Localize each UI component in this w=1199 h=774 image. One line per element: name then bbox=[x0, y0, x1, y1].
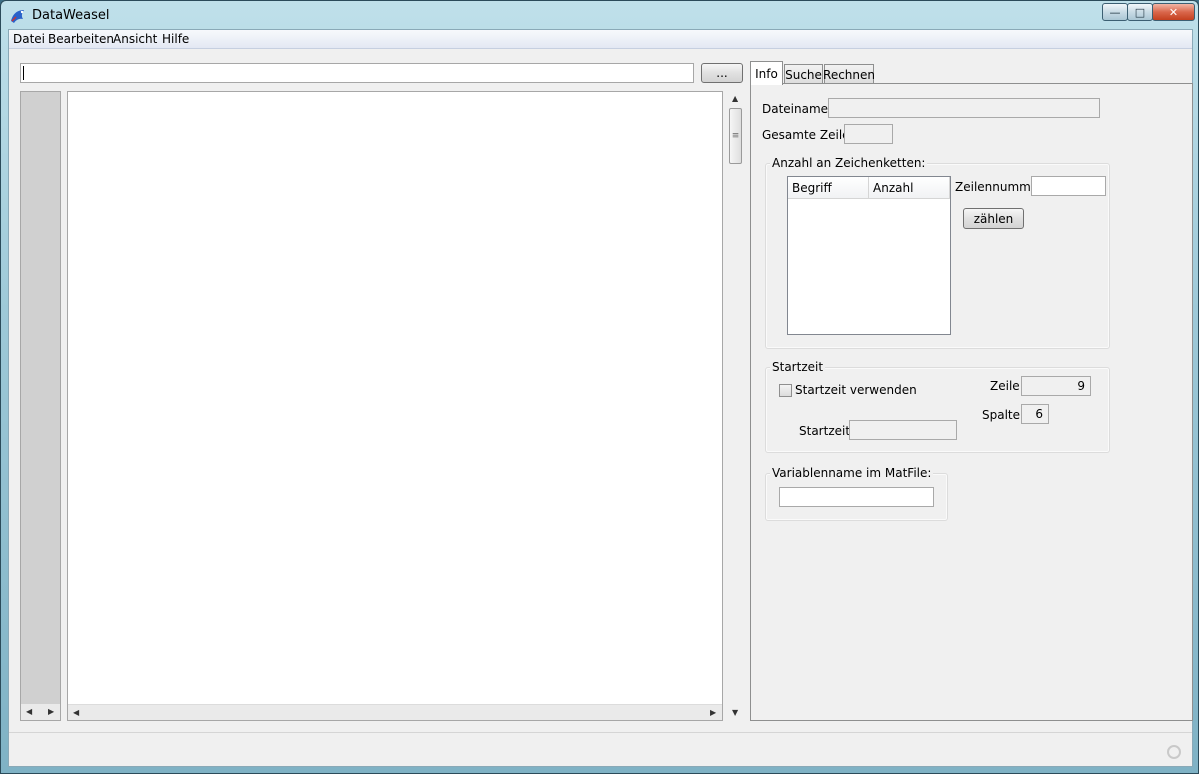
spalte-value: 6 bbox=[1035, 407, 1043, 421]
menu-ansicht[interactable]: Ansicht bbox=[113, 32, 157, 46]
line-number-gutter: ◀ ▶ bbox=[20, 91, 61, 721]
scroll-right-icon[interactable]: ▶ bbox=[710, 708, 716, 717]
anzahl-group-title: Anzahl an Zeichenketten: bbox=[770, 156, 928, 170]
close-button[interactable]: ✕ bbox=[1152, 3, 1195, 21]
file-content-textarea[interactable]: ◀ ▶ bbox=[67, 91, 723, 721]
count-table[interactable]: Begriff Anzahl bbox=[787, 176, 951, 335]
text-caret bbox=[23, 66, 24, 80]
startzeit-group-title: Startzeit bbox=[770, 360, 826, 374]
text-vertical-scrollbar[interactable]: ▲ ≡ ▼ bbox=[727, 91, 744, 721]
thumb-grip-icon: ≡ bbox=[731, 131, 740, 141]
variablenname-input[interactable] bbox=[779, 487, 934, 507]
menu-bar: Datei Bearbeiten Ansicht Hilfe bbox=[9, 30, 1192, 49]
gesamte-zeilen-field bbox=[844, 124, 893, 144]
status-bar bbox=[9, 732, 1192, 766]
startzeit-group: Startzeit Startzeit verwenden Zeile: 9 S… bbox=[765, 360, 1110, 453]
scroll-left-icon[interactable]: ◀ bbox=[73, 708, 79, 717]
zeile-label: Zeile: bbox=[990, 379, 1024, 393]
weasel-app-icon bbox=[11, 10, 24, 23]
info-tab-panel: Dateiname: Gesamte Zeilen: Anzahl an Zei… bbox=[750, 83, 1193, 721]
menu-hilfe[interactable]: Hilfe bbox=[162, 32, 189, 46]
scroll-down-icon[interactable]: ▼ bbox=[732, 708, 738, 717]
menu-datei[interactable]: Datei bbox=[13, 32, 45, 46]
busy-indicator-icon bbox=[1167, 745, 1181, 759]
count-button[interactable]: zählen bbox=[963, 208, 1024, 229]
table-header: Begriff Anzahl bbox=[788, 177, 950, 199]
startzeit-checkbox-label[interactable]: Startzeit verwenden bbox=[795, 383, 917, 397]
app-window: DataWeasel — □ ✕ Datei Bearbeiten Ansich… bbox=[0, 0, 1199, 774]
close-icon: ✕ bbox=[1168, 5, 1179, 19]
column-header-begriff[interactable]: Begriff bbox=[788, 177, 869, 199]
text-horizontal-scrollbar[interactable]: ◀ ▶ bbox=[68, 704, 722, 720]
zeilennummer-input[interactable] bbox=[1031, 176, 1106, 196]
scroll-right-icon[interactable]: ▶ bbox=[48, 707, 54, 716]
client-area: Datei Bearbeiten Ansicht Hilfe ... ◀ ▶ ◀… bbox=[8, 29, 1193, 767]
maximize-button[interactable]: □ bbox=[1127, 3, 1153, 21]
startzeit-checkbox[interactable] bbox=[779, 384, 792, 397]
zeile-field: 9 bbox=[1021, 376, 1091, 396]
file-path-input[interactable] bbox=[20, 63, 694, 83]
window-title: DataWeasel bbox=[32, 8, 110, 23]
startzeit-label: Startzeit: bbox=[799, 424, 855, 438]
tab-suche[interactable]: Suche bbox=[784, 64, 823, 84]
scroll-up-icon[interactable]: ▲ bbox=[732, 94, 738, 103]
anzahl-group: Anzahl an Zeichenketten: Begriff Anzahl … bbox=[765, 156, 1110, 349]
gutter-horizontal-scrollbar[interactable]: ◀ ▶ bbox=[21, 704, 60, 720]
minimize-icon: — bbox=[1109, 5, 1121, 19]
variablenname-group-title: Variablenname im MatFile: bbox=[770, 466, 934, 480]
tab-info[interactable]: Info bbox=[750, 61, 783, 85]
column-header-anzahl[interactable]: Anzahl bbox=[869, 177, 950, 199]
startzeit-field bbox=[849, 420, 957, 440]
zeile-value: 9 bbox=[1077, 379, 1085, 393]
dateiname-label: Dateiname: bbox=[762, 102, 833, 116]
scroll-thumb[interactable]: ≡ bbox=[729, 108, 742, 164]
tab-rechnen[interactable]: Rechnen bbox=[823, 64, 875, 84]
browse-button[interactable]: ... bbox=[701, 63, 743, 83]
spalte-field: 6 bbox=[1021, 404, 1049, 424]
maximize-icon: □ bbox=[1134, 5, 1146, 19]
scroll-left-icon[interactable]: ◀ bbox=[26, 707, 32, 716]
variablenname-group: Variablenname im MatFile: bbox=[765, 466, 948, 521]
dateiname-field bbox=[828, 98, 1100, 118]
menu-bearbeiten[interactable]: Bearbeiten bbox=[48, 32, 114, 46]
title-bar[interactable]: DataWeasel — □ ✕ bbox=[2, 2, 1199, 29]
minimize-button[interactable]: — bbox=[1102, 3, 1128, 21]
spalte-label: Spalte: bbox=[982, 408, 1025, 422]
